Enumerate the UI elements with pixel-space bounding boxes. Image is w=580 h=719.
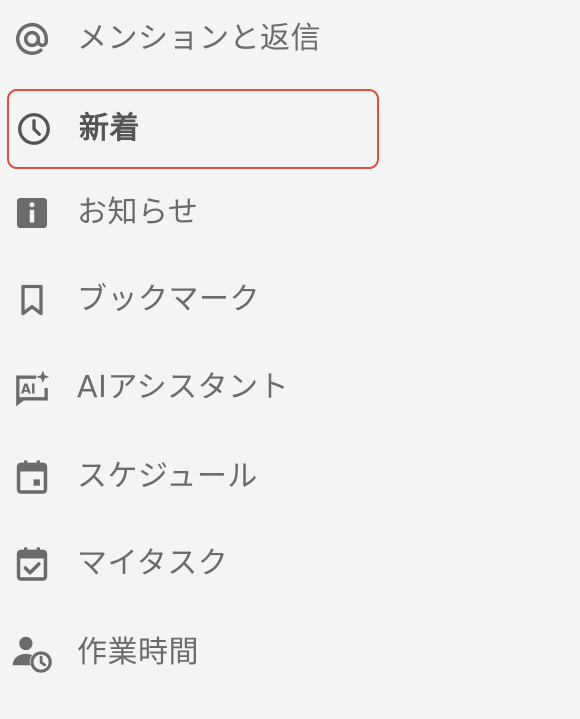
sidebar-item-label: 新着 xyxy=(79,111,140,146)
sidebar-item-label: マイタスク xyxy=(77,546,229,581)
clock-icon xyxy=(12,107,56,151)
sidebar-item-bookmarks[interactable]: ブックマーク xyxy=(10,265,375,335)
sidebar-item-schedule[interactable]: スケジュール xyxy=(10,442,375,512)
sidebar-item-ai-assistant[interactable]: AI AIアシスタント xyxy=(10,353,375,423)
bookmark-icon xyxy=(10,278,54,322)
sidebar-item-label: お知らせ xyxy=(77,195,199,230)
sidebar-item-mentions[interactable]: メンションと返信 xyxy=(10,4,375,74)
ai-assistant-icon: AI xyxy=(10,366,54,410)
sidebar-item-new[interactable]: 新着 xyxy=(7,89,379,169)
sidebar-item-notices[interactable]: お知らせ xyxy=(10,178,375,248)
sidebar-item-my-tasks[interactable]: マイタスク xyxy=(10,529,375,599)
calendar-icon xyxy=(10,455,54,499)
svg-text:AI: AI xyxy=(21,382,36,397)
sidebar-item-label: ブックマーク xyxy=(77,282,260,317)
info-icon xyxy=(10,191,54,235)
sidebar-nav: メンションと返信 新着 お知らせ ブックマーク AI AIアシスタント スケジュ… xyxy=(0,0,580,719)
sidebar-item-label: スケジュール xyxy=(77,459,258,494)
at-icon xyxy=(10,17,54,61)
calendar-check-icon xyxy=(10,542,54,586)
sidebar-item-work-time[interactable]: 作業時間 xyxy=(10,618,375,688)
sidebar-item-label: 作業時間 xyxy=(77,635,199,670)
user-clock-icon xyxy=(10,631,54,675)
sidebar-item-label: AIアシスタント xyxy=(77,370,290,405)
sidebar-item-label: メンションと返信 xyxy=(77,21,321,56)
